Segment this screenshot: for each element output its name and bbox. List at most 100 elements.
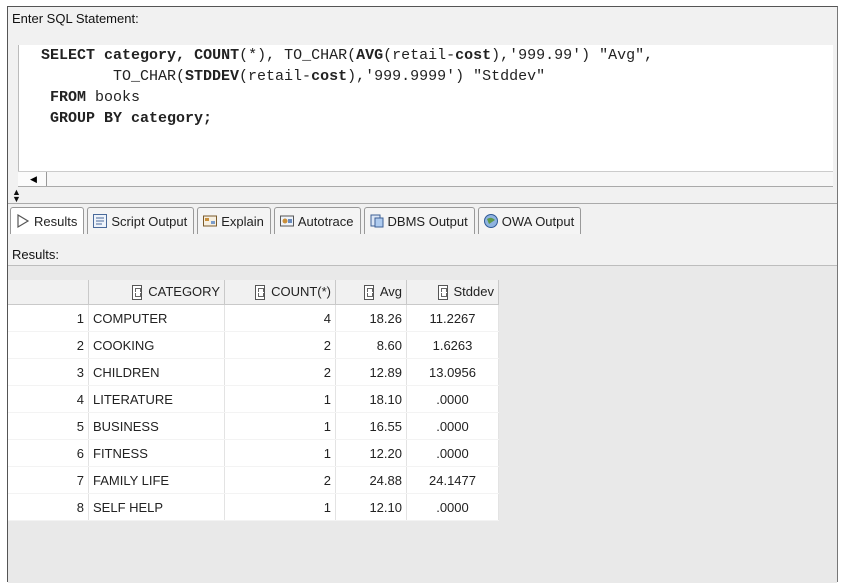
row-number-header	[8, 280, 89, 305]
row-number[interactable]: 4	[8, 385, 89, 413]
cell-count[interactable]: 2	[224, 331, 336, 359]
column-header-stddev[interactable]: Stddev	[406, 280, 499, 305]
horizontal-scrollbar[interactable]: ◀	[18, 171, 833, 187]
cell-avg[interactable]: 12.20	[335, 439, 407, 467]
row-number[interactable]: 8	[8, 493, 89, 521]
scroll-left-button[interactable]: ◀	[18, 172, 47, 186]
tab-label: OWA Output	[501, 213, 575, 229]
cell-stddev[interactable]: .0000	[406, 439, 499, 467]
cell-avg[interactable]: 18.10	[335, 385, 407, 413]
cell-category[interactable]: COMPUTER	[88, 304, 225, 332]
sql-keyword: category,	[104, 47, 186, 64]
cell-category[interactable]: CHILDREN	[88, 358, 225, 386]
sql-token: books	[86, 89, 141, 106]
column-header-avg[interactable]: Avg	[335, 280, 407, 305]
row-number[interactable]: 2	[8, 331, 89, 359]
cell-category[interactable]: COOKING	[88, 331, 225, 359]
cell-stddev[interactable]: 24.1477	[406, 466, 499, 494]
sql-keyword: COUNT	[194, 47, 240, 64]
sql-token: TO_CHAR(	[41, 68, 186, 85]
cell-category[interactable]: FITNESS	[88, 439, 225, 467]
results-label: Results:	[12, 247, 59, 262]
row-number[interactable]: 7	[8, 466, 89, 494]
cell-stddev[interactable]: .0000	[406, 385, 499, 413]
sql-keyword: SELECT	[41, 47, 96, 64]
cell-stddev[interactable]: 13.0956	[406, 358, 499, 386]
table-row[interactable]: 8 SELF HELP 1 12.10.0000	[8, 493, 499, 521]
script-icon	[93, 214, 108, 228]
sql-keyword: STDDEV	[185, 68, 240, 85]
cell-stddev[interactable]: .0000	[406, 412, 499, 440]
row-number[interactable]: 6	[8, 439, 89, 467]
sql-line: SELECT category, COUNT(*), TO_CHAR(AVG(r…	[41, 45, 653, 66]
owa-icon	[483, 214, 498, 228]
cell-avg[interactable]: 8.60	[335, 331, 407, 359]
tab-dbms-output[interactable]: DBMS Output	[363, 207, 475, 234]
tab-explain[interactable]: Explain	[197, 207, 271, 234]
cell-count[interactable]: 4	[224, 304, 336, 332]
cell-avg[interactable]: 18.26	[335, 304, 407, 332]
row-number[interactable]: 3	[8, 358, 89, 386]
cell-category[interactable]: LITERATURE	[88, 385, 225, 413]
sql-keyword: cost	[311, 68, 348, 85]
cell-avg[interactable]: 24.88	[335, 466, 407, 494]
tab-label: Results	[34, 213, 78, 229]
sql-line: FROM books	[41, 87, 653, 108]
tab-label: Script Output	[111, 213, 188, 229]
sql-keyword: FROM	[50, 89, 87, 106]
sql-editor[interactable]: SELECT category, COUNT(*), TO_CHAR(AVG(r…	[18, 45, 833, 173]
cell-category[interactable]: BUSINESS	[88, 412, 225, 440]
results-grid: CATEGORY COUNT(*) Avg Stddev 1 COMPUTER 4 1…	[8, 280, 499, 521]
cell-count[interactable]: 2	[224, 358, 336, 386]
sql-keyword: cost	[455, 47, 492, 64]
results-panel: CATEGORY COUNT(*) Avg Stddev 1 COMPUTER 4 1…	[8, 265, 837, 583]
cell-stddev[interactable]: .0000	[406, 493, 499, 521]
table-row[interactable]: 7 FAMILY LIFE 2 24.88 24.1477	[8, 466, 499, 494]
splitter-handle[interactable]: ▲ ▼	[12, 188, 21, 204]
cell-category[interactable]: SELF HELP	[88, 493, 225, 521]
play-icon	[17, 213, 30, 229]
sql-token: ),'999.99') "Avg",	[491, 47, 654, 64]
cell-count[interactable]: 1	[224, 493, 336, 521]
table-row[interactable]: 2 COOKING 2 8.60 1.6263	[8, 331, 499, 359]
cell-stddev[interactable]: 11.2267	[406, 304, 499, 332]
explain-icon	[203, 215, 218, 227]
output-tabs: Results Script Output Explain Autotrace …	[10, 207, 584, 235]
tab-label: Explain	[221, 213, 264, 229]
tab-autotrace[interactable]: Autotrace	[273, 207, 361, 234]
cell-avg[interactable]: 12.10	[335, 493, 407, 521]
cell-count[interactable]: 1	[224, 439, 336, 467]
cell-category[interactable]: FAMILY LIFE	[88, 466, 225, 494]
dbms-icon	[370, 214, 384, 228]
table-row[interactable]: 3 CHILDREN 2 12.89 13.0956	[8, 358, 499, 386]
sort-icon	[255, 285, 266, 301]
sql-text[interactable]: SELECT category, COUNT(*), TO_CHAR(AVG(r…	[41, 45, 653, 129]
table-row[interactable]: 4 LITERATURE 1 18.10.0000	[8, 385, 499, 413]
cell-count[interactable]: 1	[224, 385, 336, 413]
sort-icon	[363, 285, 374, 301]
cell-count[interactable]: 1	[224, 412, 336, 440]
column-header-category[interactable]: CATEGORY	[88, 280, 225, 305]
cell-count[interactable]: 2	[224, 466, 336, 494]
tab-results[interactable]: Results	[10, 207, 85, 234]
cell-avg[interactable]: 16.55	[335, 412, 407, 440]
column-header-count[interactable]: COUNT(*)	[224, 280, 336, 305]
cell-stddev[interactable]: 1.6263	[406, 331, 499, 359]
table-row[interactable]: 1 COMPUTER 4 18.26 11.2267	[8, 304, 499, 332]
tab-owa-output[interactable]: OWA Output	[477, 207, 582, 234]
sort-icon	[132, 285, 143, 301]
grid-header-row: CATEGORY COUNT(*) Avg Stddev	[8, 280, 499, 305]
row-number[interactable]: 1	[8, 304, 89, 332]
sql-keyword: AVG	[356, 47, 384, 64]
sort-icon	[437, 285, 448, 301]
tab-script-output[interactable]: Script Output	[87, 207, 195, 234]
table-row[interactable]: 6 FITNESS 1 12.20.0000	[8, 439, 499, 467]
cell-avg[interactable]: 12.89	[335, 358, 407, 386]
sql-token: ),'999.9999') "Stddev"	[347, 68, 546, 85]
sql-keyword: GROUP BY category;	[50, 110, 213, 127]
row-number[interactable]: 5	[8, 412, 89, 440]
table-row[interactable]: 5 BUSINESS 1 16.55.0000	[8, 412, 499, 440]
